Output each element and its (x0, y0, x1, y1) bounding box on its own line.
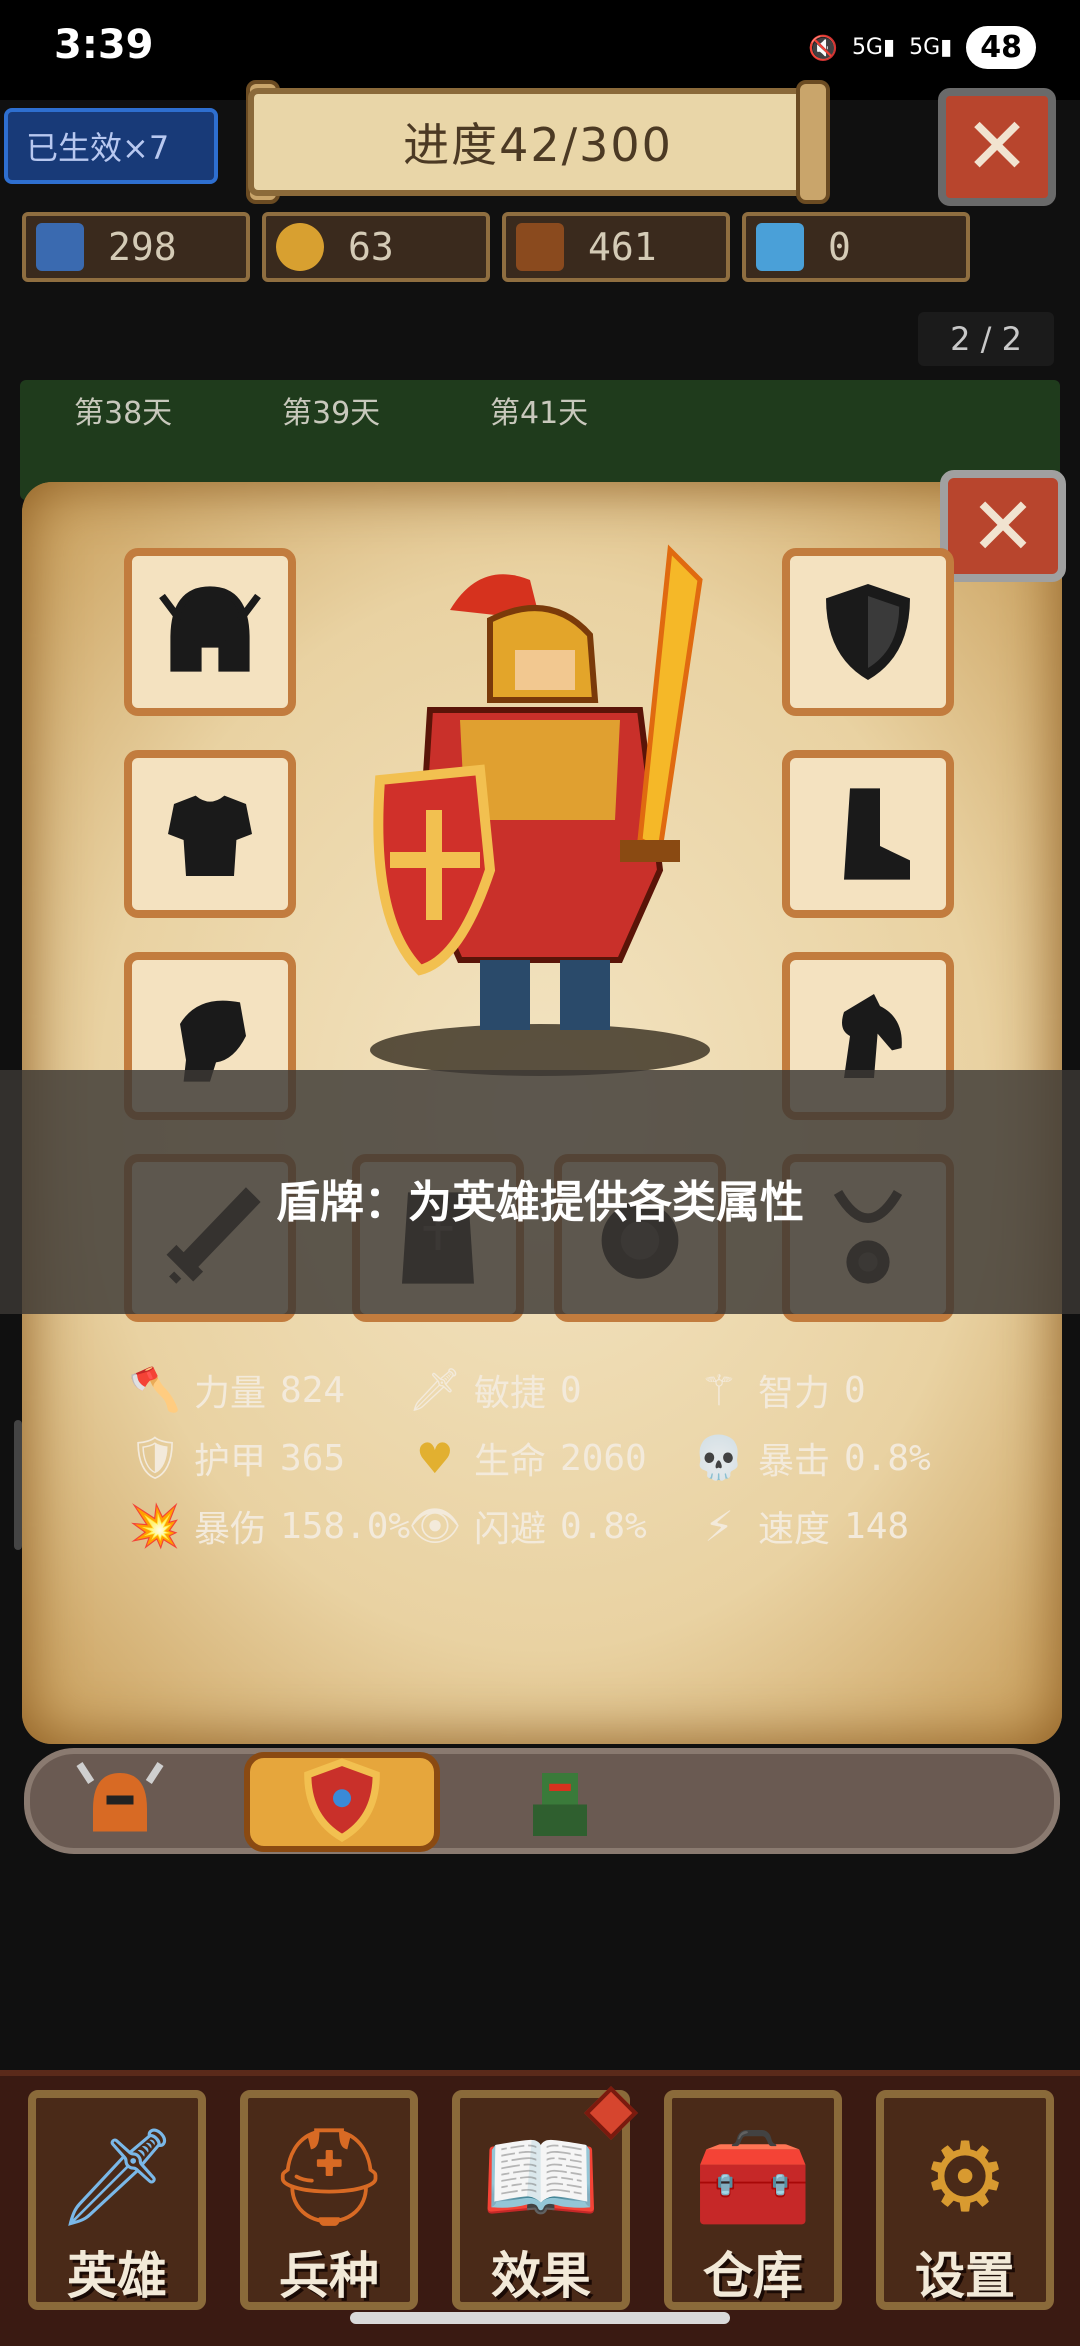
stat-intelligence: ⚚ 智力 0 (694, 1364, 866, 1416)
boots-slot[interactable] (782, 750, 954, 918)
shield-slot[interactable] (782, 548, 954, 716)
active-buffs-button[interactable]: 已生效×7 (4, 108, 218, 184)
hero-knight-sprite (370, 544, 710, 1076)
stat-crit: 💀 暴击 0.8% (692, 1433, 931, 1482)
stat-crit-damage: 💥 暴伤 158.0% (128, 1501, 411, 1550)
hero-green-knight-icon[interactable] (512, 1752, 608, 1848)
resource-gold: 63 (262, 212, 490, 282)
stat-strength: 🪓 力量 824 (128, 1365, 346, 1414)
armor-slot[interactable] (124, 750, 296, 918)
axe-icon: 🪓 (128, 1365, 182, 1414)
treasure-chest-icon: 🧰 (693, 2120, 813, 2233)
item-tooltip: 盾牌：为英雄提供各类属性 (276, 1177, 804, 1228)
knight-helmet-icon: ⛑ (268, 2120, 390, 2233)
stat-agility: 🗡 敏捷 0 (408, 1365, 582, 1414)
status-bar: 3:39 🔇 5G▮ 5G▮ 48 (0, 0, 1080, 100)
day-label: 第39天 (282, 396, 381, 431)
nav-warehouse-button[interactable]: 🧰 仓库 (664, 2090, 842, 2310)
progress-banner: 进度42/300 (248, 88, 828, 196)
skull-icon: 💀 (692, 1433, 746, 1482)
hero-horned-helm-icon[interactable] (72, 1752, 168, 1848)
gear-icon: ⚙ (921, 2121, 1009, 2233)
wood-logs-icon (516, 223, 564, 271)
day-label: 第41天 (490, 396, 589, 431)
lightning-icon: ⚡ (704, 1501, 734, 1551)
progress-text: 进度42/300 (403, 118, 673, 172)
mute-icon: 🔇 (808, 33, 838, 62)
boot-icon (844, 788, 910, 880)
chest-armor-icon (168, 795, 252, 876)
status-time: 3:39 (54, 22, 154, 68)
resource-keys: 0 (742, 212, 970, 282)
staff-icon: ⚚ (700, 1365, 738, 1415)
helmet-slot[interactable] (124, 548, 296, 716)
status-icons: 🔇 5G▮ 5G▮ 48 (808, 26, 1036, 69)
dagger-icon: 🗡 (408, 1365, 462, 1414)
helmet-icon (159, 586, 261, 672)
side-handle[interactable] (14, 1420, 22, 1550)
gold-coins-icon (276, 223, 324, 271)
nav-troops-button[interactable]: ⛑ 兵种 (240, 2090, 418, 2310)
close-game-button[interactable]: ✕ (938, 88, 1056, 206)
key-icon (756, 223, 804, 271)
stat-speed: ⚡ 速度 148 (694, 1500, 909, 1552)
eye-icon: 👁 (408, 1501, 462, 1550)
network-2: 5G▮ (909, 34, 953, 60)
day-label: 第38天 (74, 396, 173, 431)
close-panel-button[interactable]: ✕ (940, 470, 1066, 582)
battery-badge: 48 (966, 26, 1036, 69)
stat-armor: 🛡 护甲 365 (128, 1433, 346, 1482)
heart-icon: ♥ (416, 1433, 454, 1483)
resource-bar: 298 63 461 0 (22, 212, 970, 284)
stat-health: ♥ 生命 2060 (410, 1432, 647, 1484)
shield-icon (826, 584, 910, 680)
hero-shield-crest-icon[interactable] (294, 1752, 390, 1848)
home-indicator[interactable] (350, 2312, 730, 2324)
nav-hero-button[interactable]: 🗡 英雄 (28, 2090, 206, 2310)
explosion-icon: 💥 (128, 1501, 182, 1550)
sword-icon: 🗡 (56, 2120, 178, 2233)
shield-badge-icon: 🛡 (128, 1433, 182, 1482)
resource-wood: 461 (502, 212, 730, 282)
population-icon (36, 223, 84, 271)
resource-population: 298 (22, 212, 250, 282)
page-indicator: 2 / 2 (918, 312, 1054, 366)
scroll-end-right (796, 80, 830, 204)
buff-label: 已生效×7 (26, 129, 170, 167)
nav-settings-button[interactable]: ⚙ 设置 (876, 2090, 1054, 2310)
spellbook-icon: 📖 (481, 2120, 601, 2233)
stat-dodge: 👁 闪避 0.8% (408, 1501, 647, 1550)
network-1: 5G▮ (851, 34, 896, 60)
